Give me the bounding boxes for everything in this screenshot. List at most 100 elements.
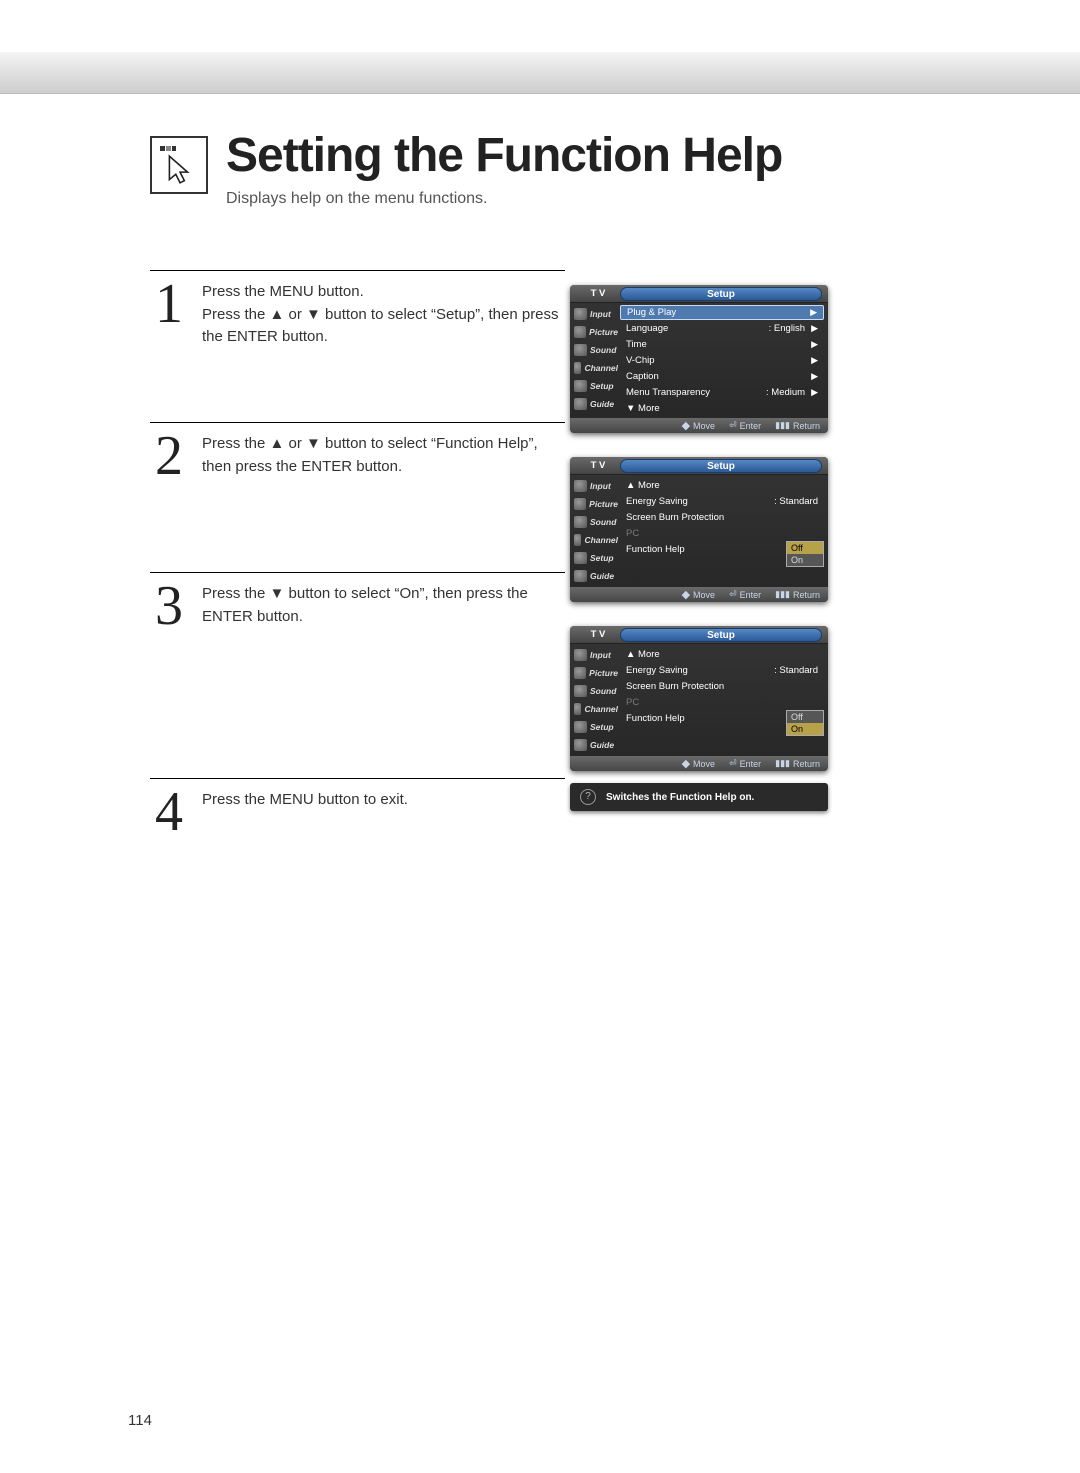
osd-row-value: ▶ bbox=[811, 371, 818, 382]
side-label: Sound bbox=[590, 345, 616, 355]
osd-row-label: PC bbox=[626, 528, 639, 539]
osd-row[interactable]: Screen Burn Protection bbox=[620, 678, 824, 694]
osd-row[interactable]: Energy Saving: Standard bbox=[620, 662, 824, 678]
osd-title: Setup bbox=[620, 287, 822, 301]
osd-side-item[interactable]: Input bbox=[570, 646, 618, 664]
osd-side-item[interactable]: Picture bbox=[570, 323, 618, 341]
osd-row-label: Menu Transparency bbox=[626, 387, 710, 398]
step-3: 3 Press the ▼ button to select “On”, the… bbox=[150, 572, 565, 778]
osd-row[interactable]: ▲ More bbox=[620, 477, 824, 493]
osd-row[interactable]: Screen Burn Protection bbox=[620, 509, 824, 525]
side-icon bbox=[574, 398, 587, 410]
osd-footer: ◆Move ⏎Enter ▮▮▮Return bbox=[570, 587, 828, 602]
option-dropdown[interactable]: OffOn bbox=[786, 541, 824, 567]
osd-row[interactable]: PC bbox=[620, 525, 824, 541]
osd-side-item[interactable]: Channel bbox=[570, 700, 618, 718]
side-label: Setup bbox=[590, 553, 614, 563]
help-icon: ? bbox=[580, 789, 596, 805]
osd-side-item[interactable]: Guide bbox=[570, 567, 618, 585]
osd-footer: ◆Move ⏎Enter ▮▮▮Return bbox=[570, 756, 828, 771]
side-icon bbox=[574, 703, 581, 715]
osd-row[interactable]: Energy Saving : Standard bbox=[620, 493, 824, 509]
option-item[interactable]: On bbox=[787, 723, 823, 735]
step-4: 4 Press the MENU button to exit. bbox=[150, 778, 565, 855]
step-1: 1 Press the MENU button. Press the ▲ or … bbox=[150, 270, 565, 422]
side-label: Input bbox=[590, 650, 611, 660]
osd-side-item[interactable]: Input bbox=[570, 305, 618, 323]
osd-main: ▲ More Energy Saving : Standard Screen Burn… bbox=[618, 475, 828, 587]
side-icon bbox=[574, 362, 581, 374]
arrow-right-icon: ▶ bbox=[811, 323, 818, 334]
osd-row-label: Function Help bbox=[626, 713, 685, 724]
osd-side-item[interactable]: Channel bbox=[570, 359, 618, 377]
osd-title: Setup bbox=[620, 628, 822, 642]
osd-area: T V Setup InputPictureSoundChannelSetupG… bbox=[570, 285, 828, 835]
osd-row[interactable]: ▲ More bbox=[620, 646, 824, 662]
side-label: Picture bbox=[589, 327, 618, 337]
osd-row[interactable]: ▼ More bbox=[620, 400, 824, 416]
option-item[interactable]: On bbox=[787, 554, 823, 566]
osd-side-item[interactable]: Sound bbox=[570, 341, 618, 359]
top-banner bbox=[0, 52, 1080, 94]
osd-row[interactable]: Time▶ bbox=[620, 336, 824, 352]
side-icon bbox=[574, 498, 586, 510]
side-label: Picture bbox=[589, 668, 618, 678]
side-icon bbox=[574, 480, 587, 492]
osd-side-item[interactable]: Setup bbox=[570, 377, 618, 395]
side-icon bbox=[574, 721, 587, 733]
osd-row[interactable]: Menu Transparency : Medium▶ bbox=[620, 384, 824, 400]
page-number: 114 bbox=[128, 1412, 152, 1429]
osd-side-item[interactable]: Channel bbox=[570, 531, 618, 549]
option-item[interactable]: Off bbox=[787, 542, 823, 554]
step-2: 2 Press the ▲ or ▼ button to select “Fun… bbox=[150, 422, 565, 572]
osd-side-item[interactable]: Guide bbox=[570, 395, 618, 413]
osd-side-item[interactable]: Sound bbox=[570, 682, 618, 700]
osd-row[interactable]: Plug & Play▶ bbox=[620, 305, 824, 320]
osd-side-item[interactable]: Input bbox=[570, 477, 618, 495]
option-item[interactable]: Off bbox=[787, 711, 823, 723]
osd-main: ▲ MoreEnergy Saving: Standard Screen Burn… bbox=[618, 644, 828, 756]
side-label: Setup bbox=[590, 722, 614, 732]
osd-side-item[interactable]: Picture bbox=[570, 664, 618, 682]
osd-row-value: ▶ bbox=[810, 307, 817, 318]
osd-row-label: Function Help bbox=[626, 544, 685, 555]
side-icon bbox=[574, 739, 587, 751]
osd-row-label: Energy Saving bbox=[626, 665, 688, 676]
osd-row-value: : Medium▶ bbox=[766, 387, 818, 398]
osd-tv-label: T V bbox=[576, 288, 620, 299]
osd-row-label: ▼ More bbox=[626, 403, 660, 414]
osd-panel-3: T V Setup Input Picture Sound Channel Setup G… bbox=[570, 626, 828, 771]
osd-row-label: Energy Saving bbox=[626, 496, 688, 507]
osd-tv-label: T V bbox=[576, 460, 620, 471]
side-label: Channel bbox=[584, 363, 618, 373]
step-number: 4 bbox=[150, 789, 188, 837]
footer-enter: ⏎Enter bbox=[729, 758, 761, 769]
osd-row[interactable]: V-Chip▶ bbox=[620, 352, 824, 368]
footer-enter: ⏎Enter bbox=[729, 589, 761, 600]
step-text: Press the MENU button. Press the ▲ or ▼ … bbox=[202, 279, 565, 349]
osd-row-label: Screen Burn Protection bbox=[626, 681, 724, 692]
footer-enter: ⏎Enter bbox=[729, 420, 761, 431]
arrow-right-icon: ▶ bbox=[810, 307, 817, 318]
option-dropdown[interactable]: OffOn bbox=[786, 710, 824, 736]
step-text: Press the ▲ or ▼ button to select “Funct… bbox=[202, 431, 565, 478]
osd-row[interactable]: Language: English▶ bbox=[620, 320, 824, 336]
osd-tv-label: T V bbox=[576, 629, 620, 640]
osd-row-value: : Standard bbox=[774, 496, 818, 507]
osd-side-item[interactable]: Setup bbox=[570, 718, 618, 736]
side-icon bbox=[574, 380, 587, 392]
osd-side-item[interactable]: Sound bbox=[570, 513, 618, 531]
side-label: Channel bbox=[584, 704, 618, 714]
osd-row[interactable]: PC bbox=[620, 694, 824, 710]
osd-panel-2: T V Setup InputPictureSoundChannelSetupG… bbox=[570, 457, 828, 602]
osd-row-value: : English▶ bbox=[769, 323, 818, 334]
page-header: Setting the Function Help Displays help … bbox=[150, 130, 940, 208]
osd-side-item[interactable]: Picture bbox=[570, 495, 618, 513]
side-label: Sound bbox=[590, 517, 616, 527]
osd-row[interactable]: Caption▶ bbox=[620, 368, 824, 384]
osd-side-item[interactable]: Setup bbox=[570, 549, 618, 567]
step-number: 2 bbox=[150, 433, 188, 481]
osd-side-item[interactable]: Guide bbox=[570, 736, 618, 754]
side-icon bbox=[574, 667, 586, 679]
step-text: Press the MENU button to exit. bbox=[202, 787, 565, 812]
